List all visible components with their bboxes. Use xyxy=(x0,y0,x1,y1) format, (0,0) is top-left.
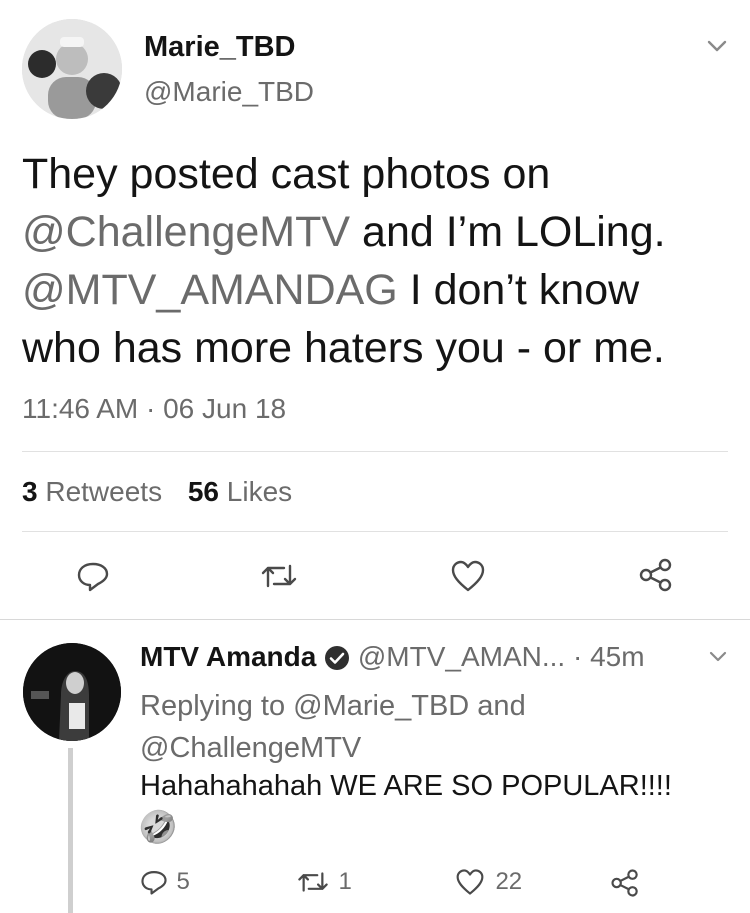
avatar-mtv-amanda[interactable] xyxy=(23,643,121,741)
reply-action[interactable]: 5 xyxy=(140,868,190,896)
like-count: 22 xyxy=(495,868,523,895)
rofl-emoji: 🤣 xyxy=(138,809,178,845)
section-divider xyxy=(0,619,750,620)
reply-handle-time[interactable]: @MTV_AMAN... · 45m xyxy=(358,641,645,672)
reply-header: MTV Amanda @MTV_AMAN... · 45m xyxy=(140,641,645,675)
likes-count: 56 xyxy=(187,476,220,507)
tweet-text-fragment: I don’t know xyxy=(397,266,640,314)
likes-stat[interactable]: 56 Likes xyxy=(188,476,292,507)
retweet-action[interactable]: 1 xyxy=(296,868,352,896)
share-icon[interactable] xyxy=(638,557,674,593)
retweets-count: 3 xyxy=(22,476,38,507)
mention-link[interactable]: @ChallengeMTV xyxy=(22,208,350,256)
retweet-icon xyxy=(296,868,330,896)
tweet-text-line: who has more haters you - or me. xyxy=(22,324,665,372)
chevron-down-icon[interactable] xyxy=(706,38,728,54)
retweets-stat[interactable]: 3 Retweets xyxy=(22,476,162,507)
avatar-marie[interactable] xyxy=(22,19,122,119)
retweet-count: 1 xyxy=(338,868,352,895)
tweet-text: They posted cast photos on @ChallengeMTV… xyxy=(22,145,732,377)
reply-author-name[interactable]: MTV Amanda xyxy=(140,641,316,672)
like-icon xyxy=(455,868,485,896)
tweet-text-line: @MTV_AMANDAG I don’t know xyxy=(22,261,732,319)
verified-icon xyxy=(324,643,350,675)
mention-link[interactable]: @ChallengeMTV xyxy=(140,727,730,769)
tweet-timestamp: 11:46 AM · 06 Jun 18 xyxy=(22,393,287,424)
reply-icon[interactable] xyxy=(76,559,110,593)
divider xyxy=(22,451,728,452)
retweets-label: Retweets xyxy=(45,476,163,507)
replying-and: and xyxy=(469,690,526,722)
divider xyxy=(22,531,728,532)
mention-link[interactable]: @Marie_TBD xyxy=(293,690,469,722)
replying-prefix: Replying to xyxy=(140,690,294,722)
mention-link[interactable]: @MTV_AMANDAG xyxy=(22,266,398,314)
share-icon[interactable] xyxy=(610,868,640,898)
tweet-text-line: They posted cast photos on xyxy=(22,150,551,198)
chevron-down-icon[interactable] xyxy=(708,650,728,664)
replying-to: Replying to @Marie_TBD and @ChallengeMTV xyxy=(140,685,730,769)
like-icon[interactable] xyxy=(450,559,486,593)
author-name[interactable]: Marie_TBD xyxy=(144,31,296,64)
thread-line xyxy=(68,748,73,913)
like-action[interactable]: 22 xyxy=(455,868,522,896)
tweet-text-fragment: and I’m LOLing. xyxy=(350,208,666,256)
likes-label: Likes xyxy=(226,476,293,507)
reply-icon xyxy=(140,868,168,896)
reply-count: 5 xyxy=(176,868,190,895)
tweet-text-line: @ChallengeMTV and I’m LOLing. xyxy=(22,203,732,261)
author-handle[interactable]: @Marie_TBD xyxy=(144,76,314,108)
reply-text: Hahahahahah WE ARE SO POPULAR!!!! xyxy=(140,770,672,802)
engagement-stats: 3 Retweets 56 Likes xyxy=(22,476,292,508)
replying-to-line: Replying to @Marie_TBD and xyxy=(140,685,730,727)
retweet-icon[interactable] xyxy=(259,560,299,592)
